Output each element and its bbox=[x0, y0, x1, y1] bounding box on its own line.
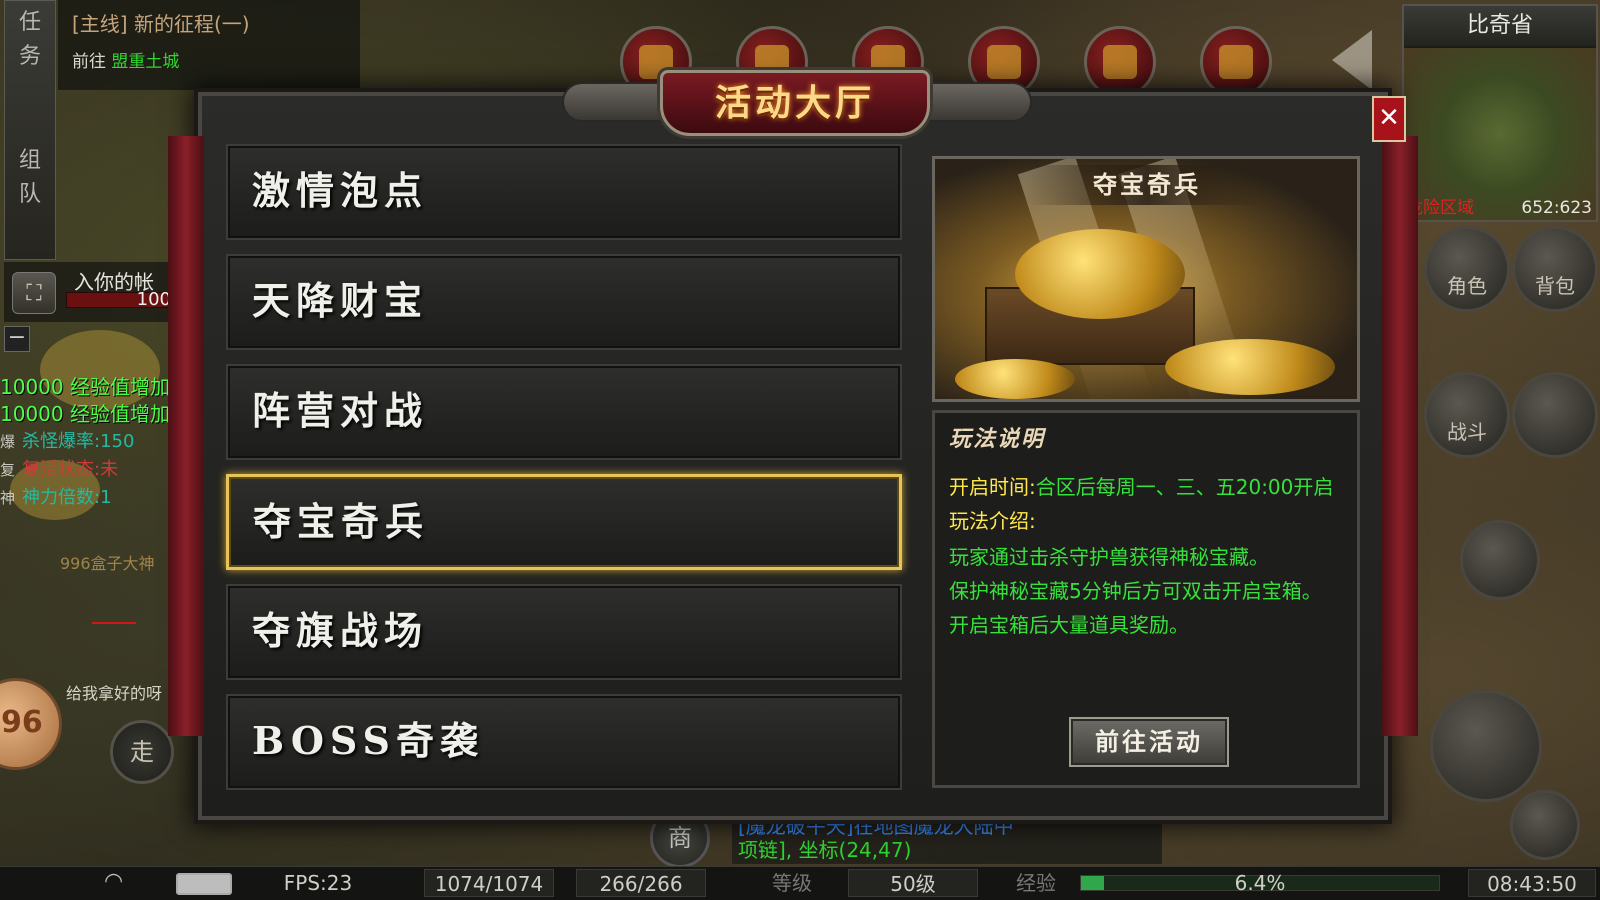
player-coordinates: 652:623 bbox=[1521, 198, 1592, 218]
battery-icon bbox=[176, 873, 232, 895]
dialog-frame-right bbox=[1382, 136, 1418, 736]
strong-attack-button[interactable] bbox=[1510, 790, 1580, 860]
collapse-arrow-icon[interactable] bbox=[1332, 30, 1372, 90]
pet-hp-bar: 100 bbox=[66, 289, 176, 310]
attack-button[interactable] bbox=[1430, 690, 1542, 802]
pet-hp-text: 100 bbox=[136, 289, 171, 310]
collapse-button[interactable]: − bbox=[4, 326, 30, 352]
status-bar: ◠ FPS:23 1074/1074 266/266 等级 50级 经验 6.4… bbox=[0, 866, 1600, 900]
level-value: 50级 bbox=[848, 869, 978, 897]
exp-label: 经验 bbox=[1016, 871, 1056, 895]
left-side-tabs: 任 务 组 队 bbox=[4, 0, 56, 260]
activity-item[interactable]: 阵营对战 bbox=[226, 364, 902, 460]
treasure-icon[interactable] bbox=[1084, 26, 1156, 98]
pet-status: ⛶ 入你的帐 100 bbox=[4, 262, 176, 322]
fps-counter: FPS:23 bbox=[283, 871, 353, 895]
chest-icon[interactable] bbox=[1200, 26, 1272, 98]
treasure-banner-image: 夺宝奇兵 bbox=[932, 156, 1360, 402]
close-icon[interactable]: ✕ bbox=[1372, 96, 1406, 142]
exp-bar-fill bbox=[1081, 876, 1104, 890]
clock: 08:43:50 bbox=[1468, 869, 1596, 897]
quest-tracker[interactable]: [主线] 新的征程(一) 前往 盟重土城 bbox=[58, 0, 360, 90]
activity-item-selected[interactable]: 夺宝奇兵 bbox=[226, 474, 902, 570]
character-button[interactable]: 角色 bbox=[1424, 226, 1510, 312]
hp-readout: 1074/1074 bbox=[424, 869, 554, 897]
walk-toggle-button[interactable]: 走 bbox=[110, 720, 174, 784]
tab-task-char1[interactable]: 任 bbox=[5, 11, 55, 35]
minimap[interactable]: 危险区域 652:623 bbox=[1404, 48, 1596, 220]
activity-item[interactable]: 激情泡点 bbox=[226, 144, 902, 240]
watermark-stamp: 996盒子大神 bbox=[60, 554, 155, 573]
exp-percent: 6.4% bbox=[1234, 871, 1286, 895]
intro-line: 开启宝箱后大量道具奖励。 bbox=[949, 613, 1189, 637]
activity-list: 激情泡点 天降财宝 阵营对战 夺宝奇兵 夺旗战场 BOSS奇袭 bbox=[226, 144, 902, 798]
description-title: 玩法说明 bbox=[949, 426, 1046, 452]
description-box: 玩法说明 开启时间:合区后每周一、三、五20:00开启 玩法介绍: 玩家通过击杀… bbox=[932, 410, 1360, 788]
wifi-icon: ◠ bbox=[104, 869, 124, 894]
activity-detail: 夺宝奇兵 玩法说明 开启时间:合区后每周一、三、五20:00开启 玩法介绍: 玩… bbox=[932, 156, 1360, 788]
intro-label: 玩法介绍: bbox=[949, 509, 1036, 533]
tab-team-char2[interactable]: 队 bbox=[5, 183, 55, 207]
tab-task-char2[interactable]: 务 bbox=[5, 45, 55, 69]
banner-title: 夺宝奇兵 bbox=[1027, 165, 1267, 205]
dialog-frame-left bbox=[168, 136, 204, 736]
quest-goto-prefix: 前往 bbox=[72, 52, 106, 72]
player-chat-bubble: 给我拿好的呀 bbox=[66, 684, 163, 703]
skill-button[interactable] bbox=[1460, 520, 1540, 600]
dialog-title-plate: 活动大厅 bbox=[660, 70, 930, 136]
activity-hall-dialog: 活动大厅 激情泡点 天降财宝 阵营对战 夺宝奇兵 夺旗战场 BOSS奇袭 夺宝奇… bbox=[168, 70, 1418, 820]
activity-item[interactable]: 天降财宝 bbox=[226, 254, 902, 350]
intro-line: 玩家通过击杀守护兽获得神秘宝藏。 bbox=[949, 545, 1269, 569]
footstep-icon[interactable]: ⛶ bbox=[12, 272, 56, 314]
quest-title: [主线] 新的征程(一) bbox=[72, 12, 250, 36]
dialog-title: 活动大厅 bbox=[714, 82, 875, 124]
activity-item[interactable]: 夺旗战场 bbox=[226, 584, 902, 680]
system-chat-line: 项链], 坐标(24,47) bbox=[738, 838, 912, 862]
region-name: 比奇省 bbox=[1404, 6, 1596, 46]
go-to-activity-button[interactable]: 前往活动 bbox=[1069, 717, 1229, 767]
target-hp-line bbox=[92, 622, 136, 624]
battle-button[interactable]: 战斗 bbox=[1424, 372, 1510, 458]
quest-goto[interactable]: 前往 盟重土城 bbox=[72, 47, 346, 72]
backpack-button[interactable]: 背包 bbox=[1512, 226, 1598, 312]
open-time: 开启时间:合区后每周一、三、五20:00开启 bbox=[949, 475, 1334, 499]
quest-destination-link[interactable]: 盟重土城 bbox=[111, 52, 179, 72]
mp-readout: 266/266 bbox=[576, 869, 706, 897]
activity-item[interactable]: BOSS奇袭 bbox=[226, 694, 902, 790]
tab-team-char1[interactable]: 组 bbox=[5, 149, 55, 173]
level-label: 等级 bbox=[772, 871, 812, 895]
intro-line: 保护神秘宝藏5分钟后方可双击开启宝箱。 bbox=[949, 579, 1322, 603]
dpad-icon[interactable] bbox=[1512, 372, 1598, 458]
level-orb-text: 96 bbox=[1, 705, 43, 740]
minimap-panel[interactable]: 比奇省 危险区域 652:623 bbox=[1402, 4, 1598, 222]
